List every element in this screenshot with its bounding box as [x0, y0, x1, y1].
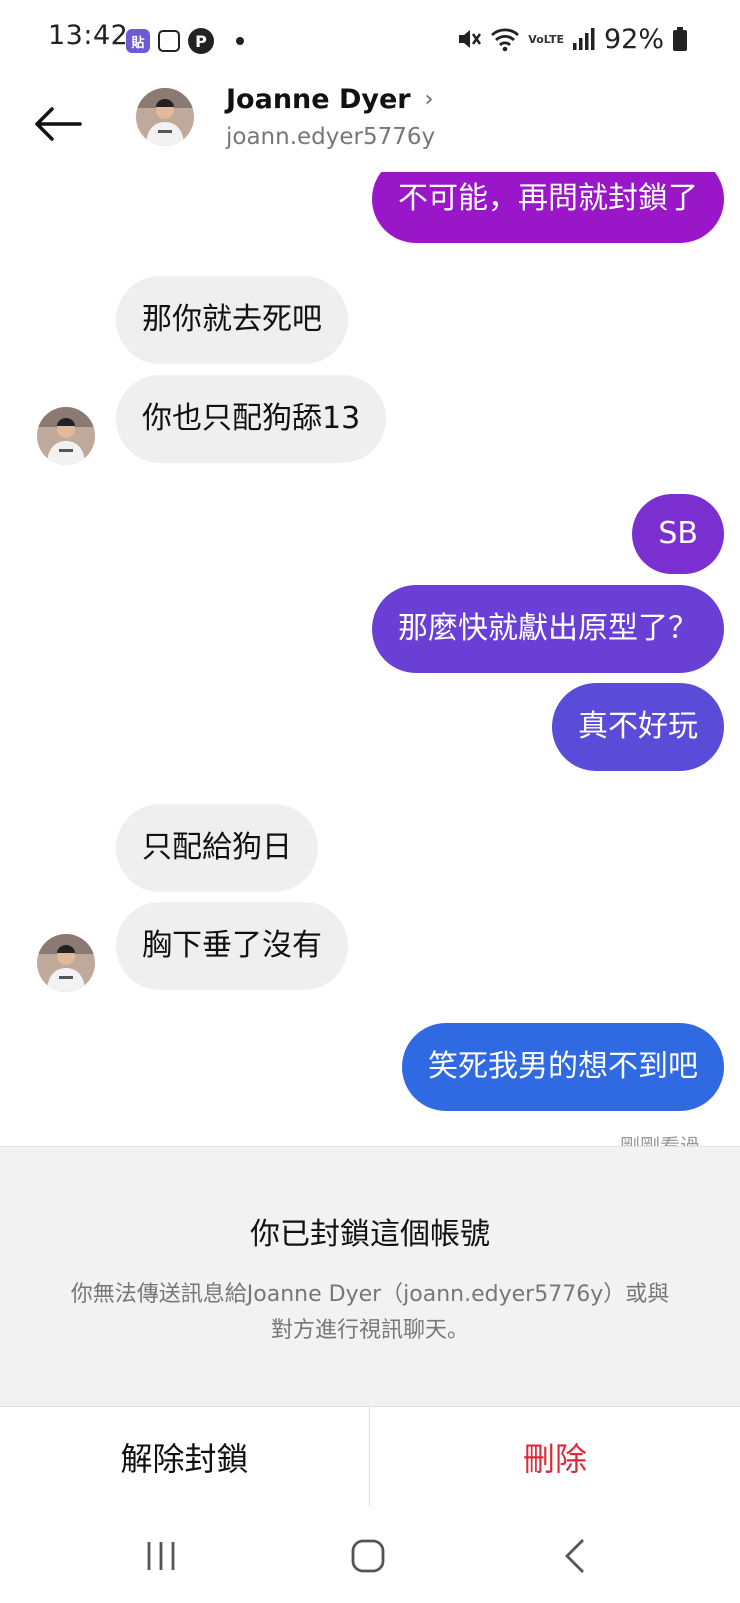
system-status-icons: VoLTE 92% — [456, 22, 688, 56]
system-back-button[interactable] — [545, 1526, 605, 1586]
blocked-title: 你已封鎖這個帳號 — [250, 1217, 490, 1252]
battery-icon — [673, 27, 687, 51]
profile-photo — [37, 934, 95, 992]
recent-apps-icon — [147, 1542, 175, 1570]
avatar[interactable] — [37, 934, 95, 992]
profile-photo — [136, 88, 194, 146]
home-icon — [351, 1539, 385, 1573]
avatar[interactable] — [136, 88, 194, 146]
mute-icon — [459, 30, 482, 48]
message-list[interactable]: 不可能，再問就封鎖了 那你就去死吧 你也只配狗舔13 SB 那麼快就獻出原型了？… — [0, 172, 740, 1146]
message-bubble-incoming[interactable]: 你也只配狗舔13 — [116, 375, 387, 463]
message-bubble-outgoing[interactable]: 笑死我男的想不到吧 — [402, 1023, 724, 1111]
message-bubble-incoming[interactable]: 胸下垂了沒有 — [116, 902, 348, 990]
edit-app-icon — [158, 30, 180, 52]
status-bar: 13:42 貼 P VoLTE 92% — [0, 0, 740, 78]
blocked-description: 你無法傳送訊息給Joanne Dyer（joann.edyer5776y）或與對… — [70, 1282, 670, 1343]
battery-percent: 92% — [603, 23, 664, 55]
home-button[interactable] — [338, 1526, 398, 1586]
notification-icons: 貼 P — [126, 26, 244, 56]
message-bubble-outgoing[interactable]: 真不好玩 — [552, 683, 724, 771]
system-nav-bar — [0, 1506, 740, 1603]
contact-name[interactable]: Joanne Dyer › — [226, 84, 433, 115]
back-button[interactable] — [30, 96, 86, 152]
wifi-icon — [491, 28, 520, 52]
contact-name-text: Joanne Dyer — [226, 84, 411, 115]
message-bubble-outgoing[interactable]: SB — [632, 494, 724, 574]
unblock-button[interactable]: 解除封鎖 — [0, 1407, 370, 1507]
delete-button[interactable]: 刪除 — [370, 1407, 740, 1507]
message-bubble-incoming[interactable]: 只配給狗日 — [116, 804, 318, 892]
message-bubble-outgoing[interactable]: 不可能，再問就封鎖了 — [372, 172, 724, 243]
blocked-notice: 你已封鎖這個帳號 你無法傳送訊息給Joanne Dyer（joann.edyer… — [0, 1146, 740, 1406]
chat-header: Joanne Dyer › joann.edyer5776y — [0, 78, 740, 174]
app-notification-icon: 貼 — [126, 29, 150, 53]
message-bubble-incoming[interactable]: 那你就去死吧 — [116, 276, 348, 364]
recent-apps-button[interactable] — [131, 1526, 191, 1586]
signal-icon — [572, 28, 595, 50]
p-app-icon: P — [188, 28, 214, 54]
avatar[interactable] — [37, 407, 95, 465]
more-notifications-dot — [236, 37, 244, 45]
profile-photo — [37, 407, 95, 465]
message-bubble-outgoing[interactable]: 那麼快就獻出原型了？ — [372, 585, 724, 673]
arrow-left-icon — [35, 107, 82, 141]
status-time: 13:42 — [48, 20, 129, 51]
seen-status: 剛剛看過 — [620, 1134, 700, 1146]
blocked-actions: 解除封鎖 刪除 — [0, 1406, 740, 1507]
chevron-left-icon — [565, 1539, 584, 1573]
chevron-right-icon: › — [424, 87, 434, 112]
volte-icon: VoLTE — [528, 32, 564, 46]
contact-handle: joann.edyer5776y — [226, 124, 436, 150]
